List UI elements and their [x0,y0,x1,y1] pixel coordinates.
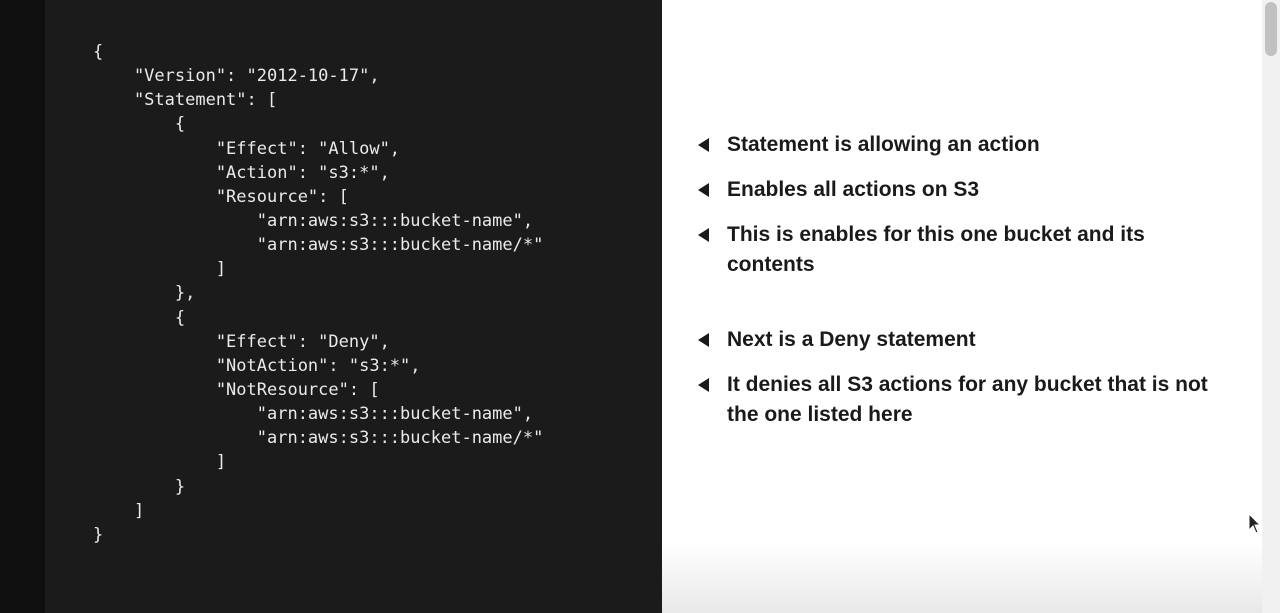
note-text: Next is a Deny statement [727,328,976,351]
code-line: } [93,476,186,497]
left-triangle-arrow-icon [698,183,709,197]
code-line: "arn:aws:s3:::bucket-name", [93,210,534,231]
code-line: { [93,114,186,135]
code-line: "Statement": [ [93,90,278,111]
code-line: "arn:aws:s3:::bucket-name/*" [93,235,544,256]
code-line: ] [93,500,145,521]
note-allow-action: Statement is allowing an action [698,130,1220,160]
code-line: }, [93,283,196,304]
notes-panel: Statement is allowing an action Enables … [662,0,1262,613]
left-dark-strip [0,0,45,613]
code-panel: { "Version": "2012-10-17", "Statement": … [45,0,662,613]
code-line: "arn:aws:s3:::bucket-name", [93,404,534,425]
note-deny-statement: Next is a Deny statement [698,325,1220,355]
code-line: { [93,307,186,328]
scrollbar-thumb[interactable] [1265,2,1277,56]
code-line: "Version": "2012-10-17", [93,66,380,87]
code-line: "Effect": "Deny", [93,331,390,352]
code-line: { [93,42,104,62]
code-line: "Resource": [ [93,186,349,207]
vertical-scrollbar[interactable] [1262,0,1280,613]
code-line: } [93,524,104,545]
slide-stage: { "Version": "2012-10-17", "Statement": … [0,0,1280,613]
note-text: Enables all actions on S3 [727,178,980,201]
bottom-gradient [662,543,1280,613]
mouse-cursor-icon [1248,513,1262,534]
code-line: ] [93,259,227,280]
note-enables-all-actions: Enables all actions on S3 [698,175,1220,205]
left-triangle-arrow-icon [698,228,709,242]
left-triangle-arrow-icon [698,138,709,152]
note-denies-other-buckets: It denies all S3 actions for any bucket … [698,370,1220,430]
note-text: It denies all S3 actions for any bucket … [727,373,1208,426]
left-triangle-arrow-icon [698,333,709,347]
code-line: "Effect": "Allow", [93,138,401,159]
json-policy-code: { "Version": "2012-10-17", "Statement": … [93,40,543,547]
code-line: "Action": "s3:*", [93,162,390,183]
note-bucket-scope: This is enables for this one bucket and … [698,220,1220,280]
code-line: "NotResource": [ [93,379,380,400]
left-triangle-arrow-icon [698,378,709,392]
code-line: ] [93,452,227,473]
note-text: This is enables for this one bucket and … [727,223,1145,276]
note-text: Statement is allowing an action [727,133,1040,156]
code-line: "arn:aws:s3:::bucket-name/*" [93,428,544,449]
code-line: "NotAction": "s3:*", [93,355,421,376]
